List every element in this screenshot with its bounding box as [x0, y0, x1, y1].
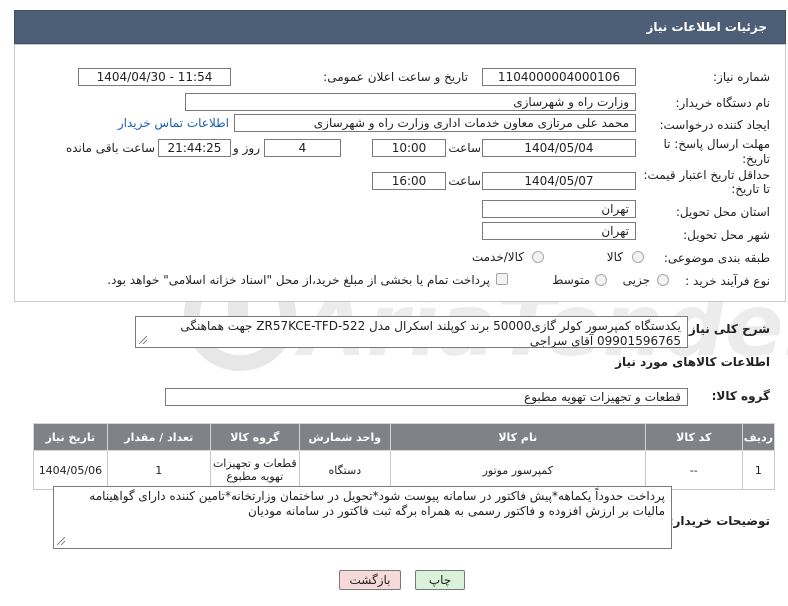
process-medium-label: متوسط — [552, 273, 590, 287]
deadline-time-field: 10:00 — [372, 139, 446, 157]
process-type-label: نوع فرآیند خرید : — [685, 274, 770, 288]
goods-section-title: اطلاعات کالاهای مورد نیاز — [615, 355, 770, 369]
validity-date-field: 1404/05/07 — [482, 172, 636, 190]
validity-label-line1: حداقل تاریخ اعتبار قیمت: — [643, 168, 770, 182]
category-goods-label: کالا — [606, 250, 623, 264]
panel-header: جزئیات اطلاعات نیاز — [14, 10, 786, 44]
treasury-payment-note: پرداخت تمام یا بخشی از مبلغ خرید،از محل … — [107, 273, 490, 287]
cell-need-date: 1404/05/06 — [33, 450, 108, 490]
back-button[interactable]: بازگشت — [339, 570, 401, 590]
buyer-notes-label: توضیحات خریدار: — [668, 514, 770, 528]
validity-time-field: 16:00 — [372, 172, 446, 190]
deadline-date-field: 1404/05/04 — [482, 139, 636, 157]
col-quantity: تعداد / مقدار — [106, 423, 211, 451]
col-unit: واحد شمارش — [298, 423, 391, 451]
process-partial-radio[interactable] — [657, 274, 669, 286]
table-row: 1 -- کمپرسور موتور دستگاه قطعات و تجهیزا… — [33, 450, 776, 490]
announce-date-field: 1404/04/30 - 11:54 — [78, 68, 231, 86]
cell-unit: دستگاه — [298, 450, 391, 490]
announce-date-label: تاریخ و ساعت اعلان عمومی: — [323, 70, 468, 84]
print-button[interactable]: چاپ — [415, 570, 465, 590]
need-number-field: 1104000004000106 — [482, 68, 636, 86]
description-textarea[interactable]: یکدستگاه کمپرسور کولر گازی50000 برند کوپ… — [135, 316, 688, 348]
category-goods-radio[interactable] — [632, 251, 644, 263]
goods-group-field: قطعات و تجهیزات تهویه مطبوع — [165, 388, 688, 406]
province-label: استان محل تحویل: — [675, 205, 770, 219]
goods-table-header: ردیف کد کالا نام کالا واحد شمارش گروه کا… — [33, 423, 776, 451]
creator-label: ایجاد کننده درخواست: — [659, 118, 770, 132]
treasury-payment-checkbox[interactable] — [496, 273, 508, 285]
buyer-contact-link[interactable]: اطلاعات تماس خریدار — [118, 116, 229, 130]
days-label: روز و — [233, 141, 260, 155]
creator-field: محمد علی مرتازی معاون خدمات اداری وزارت … — [234, 114, 636, 132]
col-row-number: ردیف — [741, 423, 776, 451]
category-goods-service-radio[interactable] — [532, 251, 544, 263]
goods-group-label: گروه کالا: — [711, 389, 770, 403]
deadline-time-label: ساعت — [448, 141, 481, 155]
col-need-date: تاریخ نیاز — [33, 423, 108, 451]
cell-item-name: کمپرسور موتور — [389, 450, 646, 490]
buyer-notes-text: پرداخت حدوداً یکماهه*پیش فاکتور در سامان… — [89, 489, 665, 518]
buyer-notes-textarea[interactable]: پرداخت حدوداً یکماهه*پیش فاکتور در سامان… — [53, 486, 672, 549]
category-goods-service-label: کالا/خدمت — [471, 250, 524, 264]
process-partial-label: جزیی — [622, 273, 650, 287]
remaining-time-field: 21:44:25 — [158, 139, 231, 157]
city-field: تهران — [482, 222, 636, 240]
category-label: طبقه بندی موضوعی: — [663, 251, 770, 265]
goods-table: ردیف کد کالا نام کالا واحد شمارش گروه کا… — [33, 423, 776, 490]
need-number-label: شماره نیاز: — [713, 70, 770, 84]
resize-grip-icon[interactable] — [139, 336, 147, 344]
validity-label-line2: تا تاریخ: — [731, 182, 770, 196]
col-item-code: کد کالا — [644, 423, 743, 451]
col-group: گروه کالا — [209, 423, 300, 451]
city-label: شهر محل تحویل: — [683, 228, 770, 242]
days-remaining-field: 4 — [264, 139, 341, 157]
col-item-name: نام کالا — [389, 423, 646, 451]
province-field: تهران — [482, 200, 636, 218]
process-medium-radio[interactable] — [595, 274, 607, 286]
cell-item-code: -- — [644, 450, 743, 490]
validity-time-label: ساعت — [448, 174, 481, 188]
remaining-time-label: ساعت باقی مانده — [65, 141, 155, 155]
resize-grip-icon[interactable] — [57, 537, 65, 545]
buyer-org-label: نام دستگاه خریدار: — [675, 96, 771, 110]
deadline-label-line1: مهلت ارسال پاسخ: تا — [663, 137, 770, 151]
panel-title: جزئیات اطلاعات نیاز — [646, 20, 767, 34]
cell-group: قطعات و تجهیزات تهویه مطبوع — [209, 450, 300, 490]
cell-row-number: 1 — [741, 450, 776, 490]
cell-quantity: 1 — [106, 450, 211, 490]
description-label: شرح کلی نیاز: — [684, 322, 770, 336]
description-text: یکدستگاه کمپرسور کولر گازی50000 برند کوپ… — [180, 319, 681, 348]
deadline-label-line2: تاریخ: — [742, 152, 770, 166]
buyer-org-field: وزارت راه و شهرسازی — [185, 93, 636, 111]
